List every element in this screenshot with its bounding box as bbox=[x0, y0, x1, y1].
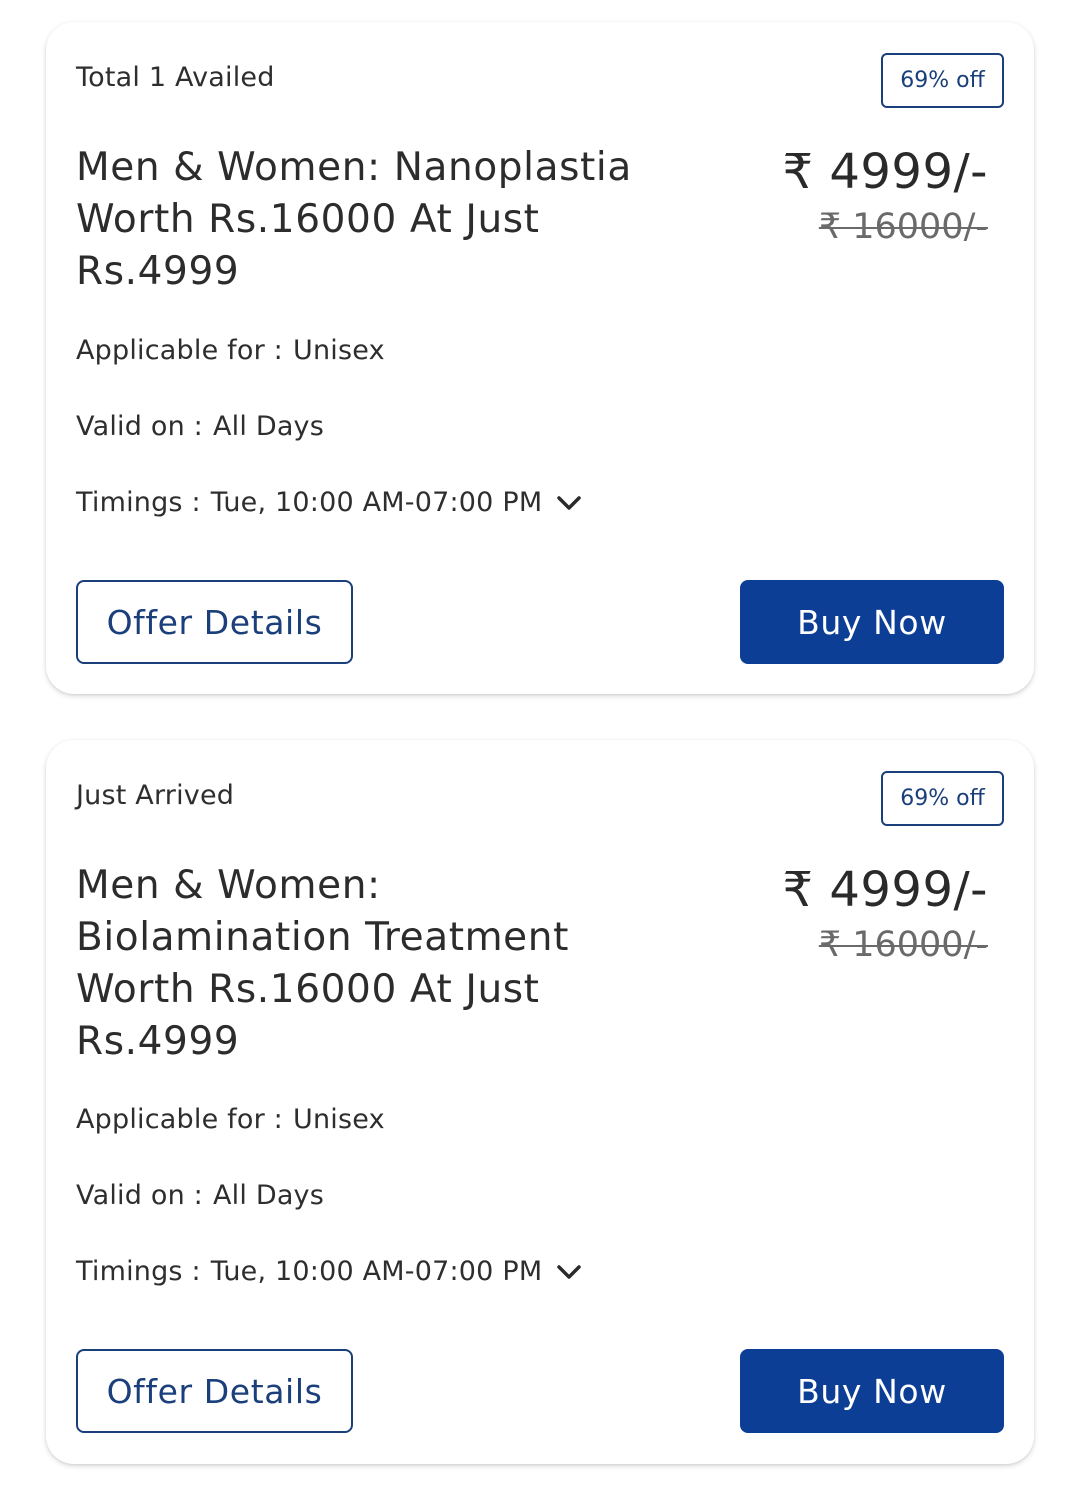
applicable-value: Unisex bbox=[292, 1104, 385, 1135]
valid-row: Valid on : All Days bbox=[76, 1180, 324, 1211]
valid-label: Valid on : bbox=[76, 1180, 203, 1211]
timings-row[interactable]: Timings : Tue, 10:00 AM-07:00 PM bbox=[76, 1256, 582, 1287]
offer-card: Just Arrived 69% off Men & Women: Biolam… bbox=[46, 740, 1034, 1464]
timings-label: Timings : bbox=[76, 1256, 201, 1287]
price-block: ₹ 4999/- ₹ 16000/- bbox=[783, 140, 988, 250]
chevron-down-icon[interactable] bbox=[556, 493, 582, 513]
offer-title: Men & Women: Biolamination Treatment Wor… bbox=[76, 863, 569, 1064]
applicable-row: Applicable for : Unisex bbox=[76, 335, 385, 366]
valid-value: All Days bbox=[212, 1180, 325, 1211]
timings-row[interactable]: Timings : Tue, 10:00 AM-07:00 PM bbox=[76, 487, 582, 518]
valid-label: Valid on : bbox=[76, 411, 203, 442]
offer-title: Men & Women: Nanoplastia Worth Rs.16000 … bbox=[76, 145, 632, 294]
original-price: ₹ 16000/- bbox=[818, 207, 988, 247]
applicable-label: Applicable for : bbox=[76, 335, 283, 366]
offer-details-button[interactable]: Offer Details bbox=[76, 580, 353, 664]
price-block: ₹ 4999/- ₹ 16000/- bbox=[783, 858, 988, 968]
discount-badge: 69% off bbox=[881, 53, 1004, 108]
applicable-value: Unisex bbox=[292, 335, 385, 366]
current-price: ₹ 4999/- bbox=[782, 144, 988, 200]
offer-status: Just Arrived bbox=[76, 780, 235, 811]
buy-now-button[interactable]: Buy Now bbox=[740, 580, 1004, 664]
valid-value: All Days bbox=[212, 411, 325, 442]
offer-card: Total 1 Availed 69% off Men & Women: Nan… bbox=[46, 22, 1034, 694]
applicable-row: Applicable for : Unisex bbox=[76, 1104, 385, 1135]
timings-label: Timings : bbox=[76, 487, 201, 518]
offer-details-button[interactable]: Offer Details bbox=[76, 1349, 353, 1433]
buy-now-button[interactable]: Buy Now bbox=[740, 1349, 1004, 1433]
original-price: ₹ 16000/- bbox=[818, 925, 988, 965]
current-price: ₹ 4999/- bbox=[782, 862, 988, 918]
timings-value: Tue, 10:00 AM-07:00 PM bbox=[210, 487, 543, 518]
applicable-label: Applicable for : bbox=[76, 1104, 283, 1135]
offer-status: Total 1 Availed bbox=[76, 62, 275, 93]
valid-row: Valid on : All Days bbox=[76, 411, 324, 442]
timings-value: Tue, 10:00 AM-07:00 PM bbox=[210, 1256, 543, 1287]
discount-badge: 69% off bbox=[881, 771, 1004, 826]
chevron-down-icon[interactable] bbox=[556, 1262, 582, 1282]
